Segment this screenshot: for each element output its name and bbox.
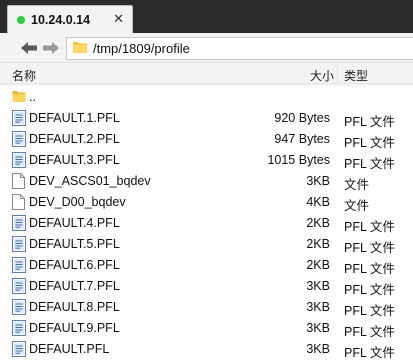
file-type: 文件: [344, 178, 370, 192]
pfl-file-icon: [12, 257, 26, 276]
forward-arrow-icon[interactable]: [42, 40, 60, 56]
file-row[interactable]: DEFAULT.3.PFL 1015 Bytes PFL 文件: [0, 150, 413, 171]
file-type: 文件: [344, 199, 370, 213]
column-size-header[interactable]: 大小: [310, 67, 334, 84]
file-size: 2KB: [306, 237, 330, 251]
file-type: PFL 文件: [344, 115, 395, 129]
path-input[interactable]: /tmp/1809/profile: [66, 37, 413, 60]
file-type: PFL 文件: [344, 325, 395, 339]
pfl-file-icon: [12, 110, 26, 129]
file-browser-panel: /tmp/1809/profile 名称 大小 类型 .. DEFAULT.1.P…: [0, 33, 413, 360]
file-type: PFL 文件: [344, 304, 395, 318]
file-name: DEFAULT.2.PFL: [29, 132, 120, 146]
blank-file-icon: [12, 194, 25, 213]
navigation-bar: /tmp/1809/profile: [0, 33, 413, 63]
file-name: DEV_ASCS01_bqdev: [29, 174, 151, 188]
parent-directory-row[interactable]: ..: [0, 87, 413, 108]
file-type: PFL 文件: [344, 136, 395, 150]
file-row[interactable]: DEV_D00_bqdev 4KB 文件: [0, 192, 413, 213]
column-header: 名称 大小 类型: [0, 64, 413, 84]
file-size: 3KB: [306, 174, 330, 188]
file-size: 3KB: [306, 279, 330, 293]
file-name: DEFAULT.3.PFL: [29, 153, 120, 167]
file-type: PFL 文件: [344, 220, 395, 234]
blank-file-icon: [12, 173, 25, 192]
back-arrow-icon[interactable]: [20, 40, 38, 56]
file-size: 1015 Bytes: [267, 153, 330, 167]
file-row[interactable]: DEFAULT.4.PFL 2KB PFL 文件: [0, 213, 413, 234]
file-type: PFL 文件: [344, 241, 395, 255]
file-name: DEFAULT.PFL: [29, 342, 110, 356]
pfl-file-icon: [12, 299, 26, 318]
file-name: DEFAULT.1.PFL: [29, 111, 120, 125]
file-row[interactable]: DEFAULT.8.PFL 3KB PFL 文件: [0, 297, 413, 318]
tab-session[interactable]: 10.24.0.14 ✕: [7, 5, 133, 33]
file-size: 920 Bytes: [274, 111, 330, 125]
file-name: DEFAULT.4.PFL: [29, 216, 120, 230]
pfl-file-icon: [12, 152, 26, 171]
column-name-header[interactable]: 名称: [12, 67, 36, 84]
file-size: 2KB: [306, 258, 330, 272]
folder-icon: [72, 40, 88, 57]
pfl-file-icon: [12, 320, 26, 339]
file-name: DEFAULT.8.PFL: [29, 300, 120, 314]
file-name: DEFAULT.6.PFL: [29, 258, 120, 272]
file-size: 4KB: [306, 195, 330, 209]
pfl-file-icon: [12, 341, 26, 360]
column-divider[interactable]: [337, 64, 338, 84]
pfl-file-icon: [12, 236, 26, 255]
file-row[interactable]: DEV_ASCS01_bqdev 3KB 文件: [0, 171, 413, 192]
file-row[interactable]: DEFAULT.5.PFL 2KB PFL 文件: [0, 234, 413, 255]
connection-status-icon: [17, 15, 25, 24]
file-type: PFL 文件: [344, 283, 395, 297]
file-size: 947 Bytes: [274, 132, 330, 146]
tab-strip: 10.24.0.14 ✕: [0, 0, 413, 33]
close-tab-icon[interactable]: ✕: [113, 12, 124, 26]
file-type: PFL 文件: [344, 346, 395, 360]
path-text: /tmp/1809/profile: [93, 41, 190, 56]
file-row[interactable]: DEFAULT.1.PFL 920 Bytes PFL 文件: [0, 108, 413, 129]
file-type: PFL 文件: [344, 262, 395, 276]
pfl-file-icon: [12, 215, 26, 234]
file-size: 2KB: [306, 216, 330, 230]
file-row[interactable]: DEFAULT.7.PFL 3KB PFL 文件: [0, 276, 413, 297]
file-size: 3KB: [306, 321, 330, 335]
file-name: ..: [29, 90, 36, 104]
file-type: PFL 文件: [344, 157, 395, 171]
file-name: DEFAULT.7.PFL: [29, 279, 120, 293]
folder-icon: [12, 89, 26, 106]
file-name: DEV_D00_bqdev: [29, 195, 126, 209]
column-type-header[interactable]: 类型: [344, 67, 368, 84]
file-size: 3KB: [306, 300, 330, 314]
file-row[interactable]: DEFAULT.2.PFL 947 Bytes PFL 文件: [0, 129, 413, 150]
file-row[interactable]: DEFAULT.PFL 3KB PFL 文件: [0, 339, 413, 360]
file-row[interactable]: DEFAULT.9.PFL 3KB PFL 文件: [0, 318, 413, 339]
tab-title: 10.24.0.14: [31, 12, 91, 27]
pfl-file-icon: [12, 131, 26, 150]
file-name: DEFAULT.9.PFL: [29, 321, 120, 335]
file-row[interactable]: DEFAULT.6.PFL 2KB PFL 文件: [0, 255, 413, 276]
file-name: DEFAULT.5.PFL: [29, 237, 120, 251]
file-size: 3KB: [306, 342, 330, 356]
pfl-file-icon: [12, 278, 26, 297]
file-list: .. DEFAULT.1.PFL 920 Bytes PFL 文件 DEFAULT.2.…: [0, 86, 413, 360]
